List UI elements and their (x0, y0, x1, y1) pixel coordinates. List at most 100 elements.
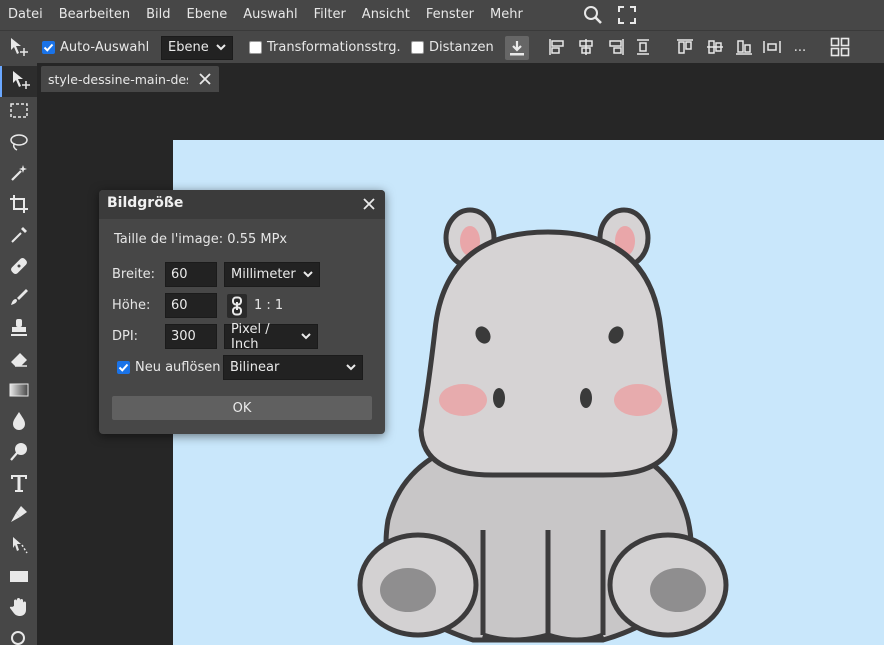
options-bar: Auto-Auswahl Ebene Transformationsstrg. … (0, 30, 884, 63)
gradient-icon (9, 382, 29, 402)
healing-tool[interactable] (0, 252, 37, 283)
distances-label: Distanzen (429, 40, 494, 55)
document-tab[interactable]: style-dessine-main-des (41, 66, 219, 92)
width-unit-value: Millimeter (231, 267, 296, 282)
width-unit-select[interactable]: Millimeter (224, 262, 320, 287)
resample-method-value: Bilinear (230, 360, 280, 375)
magic-wand-tool[interactable] (0, 159, 37, 190)
ok-button[interactable]: OK (112, 396, 372, 420)
width-value: 60 (171, 267, 188, 282)
tools-panel (0, 63, 37, 645)
resample-option[interactable]: Neu auflösen (117, 360, 220, 375)
blur-tool[interactable] (0, 407, 37, 438)
eraser-tool[interactable] (0, 345, 37, 376)
align-middle-icon[interactable] (704, 36, 726, 58)
zoom-icon (10, 630, 28, 645)
pen-icon (9, 504, 29, 528)
layer-select[interactable]: Ebene (161, 35, 233, 60)
image-size-info: Taille de l'image: 0.55 MPx (114, 232, 288, 247)
crop-tool[interactable] (0, 190, 37, 221)
menu-mehr[interactable]: Mehr (482, 0, 531, 30)
menu-bar: Datei Bearbeiten Bild Ebene Auswahl Filt… (0, 0, 884, 30)
eyedropper-tool[interactable] (0, 221, 37, 252)
chevron-down-icon (210, 44, 226, 51)
path-select-tool[interactable] (0, 531, 37, 562)
height-label: Höhe: (112, 298, 151, 313)
menu-datei[interactable]: Datei (0, 0, 51, 30)
crop-icon (9, 194, 29, 218)
align-bottom-icon[interactable] (733, 36, 755, 58)
auto-select-option[interactable]: Auto-Auswahl (42, 31, 149, 64)
align-right-icon[interactable] (605, 36, 627, 58)
gradient-tool[interactable] (0, 376, 37, 407)
shape-tool[interactable] (0, 562, 37, 593)
menu-auswahl[interactable]: Auswahl (235, 0, 305, 30)
distribute-h-icon[interactable] (632, 36, 654, 58)
chevron-down-icon (340, 364, 356, 371)
marquee-icon (9, 102, 29, 124)
more-options[interactable]: ... (789, 36, 811, 58)
eraser-icon (9, 349, 29, 373)
close-icon[interactable] (197, 71, 213, 87)
dialog-header[interactable]: Bildgröße (99, 190, 385, 219)
dpi-unit-value: Pixel / Inch (231, 321, 270, 352)
menu-filter[interactable]: Filter (306, 0, 354, 30)
search-icon[interactable] (582, 4, 604, 26)
align-top-icon[interactable] (674, 36, 696, 58)
auto-select-checkbox[interactable] (42, 41, 55, 54)
dpi-unit-select[interactable]: Pixel / Inch (224, 321, 318, 352)
dialog-title: Bildgröße (107, 195, 184, 211)
dpi-label: DPI: (112, 329, 139, 344)
text-tool[interactable] (0, 469, 37, 500)
document-tab-title: style-dessine-main-des (48, 71, 188, 87)
zoom-tool[interactable] (0, 624, 37, 645)
image-size-dialog: Bildgröße Taille de l'image: 0.55 MPx Br… (99, 190, 385, 434)
eyedropper-icon (9, 225, 29, 249)
chevron-down-icon (297, 271, 313, 278)
dodge-icon (9, 442, 29, 466)
resample-checkbox[interactable] (117, 361, 130, 374)
distances-option[interactable]: Distanzen (411, 31, 494, 64)
menu-ebene[interactable]: Ebene (179, 0, 236, 30)
align-left-icon[interactable] (546, 36, 568, 58)
menu-bearbeiten[interactable]: Bearbeiten (51, 0, 138, 30)
width-label: Breite: (112, 267, 156, 282)
brush-tool[interactable] (0, 283, 37, 314)
transform-controls-checkbox[interactable] (249, 41, 262, 54)
move-tool-icon[interactable] (8, 36, 30, 58)
width-input[interactable]: 60 (165, 262, 217, 287)
hand-tool[interactable] (0, 593, 37, 624)
chevron-down-icon (295, 333, 311, 340)
menu-ansicht[interactable]: Ansicht (354, 0, 418, 30)
stamp-tool[interactable] (0, 314, 37, 345)
lasso-tool[interactable] (0, 128, 37, 159)
link-icon[interactable] (227, 294, 247, 318)
magic-wand-icon (9, 163, 29, 187)
dpi-input[interactable]: 300 (165, 324, 217, 349)
transform-controls-option[interactable]: Transformationsstrg. (249, 31, 401, 64)
menu-bild[interactable]: Bild (138, 0, 178, 30)
menu-fenster[interactable]: Fenster (418, 0, 482, 30)
fullscreen-icon[interactable] (616, 4, 638, 26)
pen-tool[interactable] (0, 500, 37, 531)
distances-checkbox[interactable] (411, 41, 424, 54)
lasso-icon (9, 132, 29, 156)
resample-method-select[interactable]: Bilinear (223, 355, 363, 380)
stamp-icon (9, 318, 29, 342)
distribute-v-icon[interactable] (761, 36, 783, 58)
move-tool[interactable] (0, 66, 37, 97)
drop-icon (10, 411, 28, 435)
move-tool-icon (9, 69, 31, 95)
auto-select-label: Auto-Auswahl (60, 40, 150, 55)
close-icon[interactable] (361, 196, 377, 212)
aspect-ratio: 1 : 1 (254, 298, 284, 313)
dodge-tool[interactable] (0, 438, 37, 469)
height-input[interactable]: 60 (165, 293, 217, 318)
layer-select-value: Ebene (168, 40, 209, 55)
download-icon[interactable] (505, 36, 529, 60)
align-center-h-icon[interactable] (575, 36, 597, 58)
marquee-tool[interactable] (0, 97, 37, 128)
text-icon (9, 473, 29, 497)
rectangle-icon (9, 568, 29, 588)
grid-layout-icon[interactable] (829, 36, 851, 58)
